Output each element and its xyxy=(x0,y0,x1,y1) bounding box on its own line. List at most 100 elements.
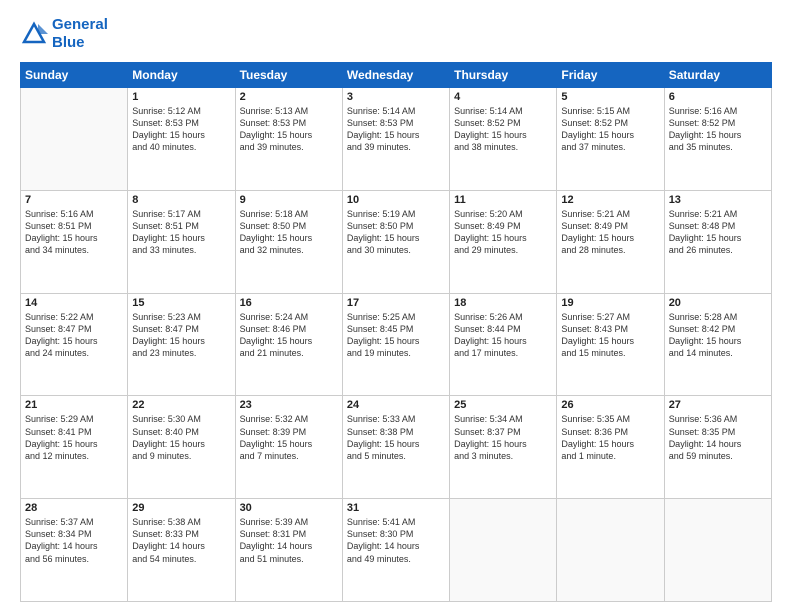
weekday-header: Tuesday xyxy=(235,63,342,88)
calendar-cell: 22 Sunrise: 5:30 AM Sunset: 8:40 PM Dayli… xyxy=(128,396,235,499)
calendar-week-row: 21 Sunrise: 5:29 AM Sunset: 8:41 PM Dayli… xyxy=(21,396,772,499)
calendar-cell: 19 Sunrise: 5:27 AM Sunset: 8:43 PM Dayli… xyxy=(557,293,664,396)
calendar-cell: 31 Sunrise: 5:41 AM Sunset: 8:30 PM Dayli… xyxy=(342,499,449,602)
calendar-cell: 15 Sunrise: 5:23 AM Sunset: 8:47 PM Dayli… xyxy=(128,293,235,396)
logo-icon xyxy=(20,20,48,48)
calendar-cell: 1Sunrise: 5:12 AM Sunset: 8:53 PM Daylig… xyxy=(128,88,235,191)
calendar-cell: 27 Sunrise: 5:36 AM Sunset: 8:35 PM Dayli… xyxy=(664,396,771,499)
cell-info: Sunrise: 5:37 AM Sunset: 8:34 PM Dayligh… xyxy=(25,516,123,565)
day-number: 19 xyxy=(561,297,659,309)
cell-info: Sunrise: 5:20 AM Sunset: 8:49 PM Dayligh… xyxy=(454,208,552,257)
day-number: 28 xyxy=(25,502,123,514)
day-number: 8 xyxy=(132,194,230,206)
calendar-cell xyxy=(557,499,664,602)
cell-info: Sunrise: 5:38 AM Sunset: 8:33 PM Dayligh… xyxy=(132,516,230,565)
cell-info: Sunrise: 5:14 AM Sunset: 8:52 PM Dayligh… xyxy=(454,105,552,154)
cell-info: Sunrise: 5:22 AM Sunset: 8:47 PM Dayligh… xyxy=(25,311,123,360)
logo: General Blue xyxy=(20,16,108,52)
cell-info: Sunrise: 5:12 AM Sunset: 8:53 PM Dayligh… xyxy=(132,105,230,154)
cell-info: Sunrise: 5:30 AM Sunset: 8:40 PM Dayligh… xyxy=(132,413,230,462)
day-number: 4 xyxy=(454,91,552,103)
calendar-cell: 16 Sunrise: 5:24 AM Sunset: 8:46 PM Dayli… xyxy=(235,293,342,396)
calendar-cell: 24 Sunrise: 5:33 AM Sunset: 8:38 PM Dayli… xyxy=(342,396,449,499)
day-number: 22 xyxy=(132,399,230,411)
calendar-week-row: 1Sunrise: 5:12 AM Sunset: 8:53 PM Daylig… xyxy=(21,88,772,191)
cell-info: Sunrise: 5:28 AM Sunset: 8:42 PM Dayligh… xyxy=(669,311,767,360)
cell-info: Sunrise: 5:21 AM Sunset: 8:48 PM Dayligh… xyxy=(669,208,767,257)
calendar-cell xyxy=(21,88,128,191)
cell-info: Sunrise: 5:32 AM Sunset: 8:39 PM Dayligh… xyxy=(240,413,338,462)
calendar-cell: 14Sunrise: 5:22 AM Sunset: 8:47 PM Dayli… xyxy=(21,293,128,396)
cell-info: Sunrise: 5:18 AM Sunset: 8:50 PM Dayligh… xyxy=(240,208,338,257)
calendar-cell: 4 Sunrise: 5:14 AM Sunset: 8:52 PM Daylig… xyxy=(450,88,557,191)
cell-info: Sunrise: 5:35 AM Sunset: 8:36 PM Dayligh… xyxy=(561,413,659,462)
day-number: 31 xyxy=(347,502,445,514)
cell-info: Sunrise: 5:33 AM Sunset: 8:38 PM Dayligh… xyxy=(347,413,445,462)
cell-info: Sunrise: 5:27 AM Sunset: 8:43 PM Dayligh… xyxy=(561,311,659,360)
calendar-cell: 7 Sunrise: 5:16 AM Sunset: 8:51 PM Daylig… xyxy=(21,190,128,293)
cell-info: Sunrise: 5:39 AM Sunset: 8:31 PM Dayligh… xyxy=(240,516,338,565)
day-number: 25 xyxy=(454,399,552,411)
header: General Blue xyxy=(20,16,772,52)
day-number: 18 xyxy=(454,297,552,309)
calendar-cell: 18 Sunrise: 5:26 AM Sunset: 8:44 PM Dayli… xyxy=(450,293,557,396)
day-number: 29 xyxy=(132,502,230,514)
weekday-header: Sunday xyxy=(21,63,128,88)
calendar-week-row: 14Sunrise: 5:22 AM Sunset: 8:47 PM Dayli… xyxy=(21,293,772,396)
weekday-header: Wednesday xyxy=(342,63,449,88)
calendar-cell: 17Sunrise: 5:25 AM Sunset: 8:45 PM Dayli… xyxy=(342,293,449,396)
day-number: 13 xyxy=(669,194,767,206)
weekday-header: Monday xyxy=(128,63,235,88)
day-number: 9 xyxy=(240,194,338,206)
cell-info: Sunrise: 5:34 AM Sunset: 8:37 PM Dayligh… xyxy=(454,413,552,462)
calendar-cell: 6Sunrise: 5:16 AM Sunset: 8:52 PM Daylig… xyxy=(664,88,771,191)
day-number: 3 xyxy=(347,91,445,103)
calendar-cell xyxy=(664,499,771,602)
calendar-cell: 26 Sunrise: 5:35 AM Sunset: 8:36 PM Dayli… xyxy=(557,396,664,499)
cell-info: Sunrise: 5:23 AM Sunset: 8:47 PM Dayligh… xyxy=(132,311,230,360)
calendar-cell: 11 Sunrise: 5:20 AM Sunset: 8:49 PM Dayli… xyxy=(450,190,557,293)
day-number: 21 xyxy=(25,399,123,411)
day-number: 17 xyxy=(347,297,445,309)
day-number: 23 xyxy=(240,399,338,411)
calendar-header-row: SundayMondayTuesdayWednesdayThursdayFrid… xyxy=(21,63,772,88)
calendar-cell: 12Sunrise: 5:21 AM Sunset: 8:49 PM Dayli… xyxy=(557,190,664,293)
cell-info: Sunrise: 5:36 AM Sunset: 8:35 PM Dayligh… xyxy=(669,413,767,462)
day-number: 5 xyxy=(561,91,659,103)
cell-info: Sunrise: 5:29 AM Sunset: 8:41 PM Dayligh… xyxy=(25,413,123,462)
weekday-header: Thursday xyxy=(450,63,557,88)
day-number: 11 xyxy=(454,194,552,206)
cell-info: Sunrise: 5:13 AM Sunset: 8:53 PM Dayligh… xyxy=(240,105,338,154)
day-number: 2 xyxy=(240,91,338,103)
calendar-cell xyxy=(450,499,557,602)
day-number: 16 xyxy=(240,297,338,309)
calendar-week-row: 7 Sunrise: 5:16 AM Sunset: 8:51 PM Daylig… xyxy=(21,190,772,293)
day-number: 20 xyxy=(669,297,767,309)
day-number: 15 xyxy=(132,297,230,309)
cell-info: Sunrise: 5:16 AM Sunset: 8:52 PM Dayligh… xyxy=(669,105,767,154)
cell-info: Sunrise: 5:19 AM Sunset: 8:50 PM Dayligh… xyxy=(347,208,445,257)
logo-line1: General xyxy=(52,16,108,34)
logo-line2: Blue xyxy=(52,34,108,52)
day-number: 24 xyxy=(347,399,445,411)
calendar-table: SundayMondayTuesdayWednesdayThursdayFrid… xyxy=(20,62,772,602)
calendar-cell: 3Sunrise: 5:14 AM Sunset: 8:53 PM Daylig… xyxy=(342,88,449,191)
calendar-week-row: 28 Sunrise: 5:37 AM Sunset: 8:34 PM Dayli… xyxy=(21,499,772,602)
day-number: 30 xyxy=(240,502,338,514)
day-number: 27 xyxy=(669,399,767,411)
day-number: 7 xyxy=(25,194,123,206)
calendar-cell: 8Sunrise: 5:17 AM Sunset: 8:51 PM Daylig… xyxy=(128,190,235,293)
calendar-cell: 9 Sunrise: 5:18 AM Sunset: 8:50 PM Daylig… xyxy=(235,190,342,293)
cell-info: Sunrise: 5:15 AM Sunset: 8:52 PM Dayligh… xyxy=(561,105,659,154)
calendar-cell: 2 Sunrise: 5:13 AM Sunset: 8:53 PM Daylig… xyxy=(235,88,342,191)
calendar-cell: 13 Sunrise: 5:21 AM Sunset: 8:48 PM Dayli… xyxy=(664,190,771,293)
cell-info: Sunrise: 5:24 AM Sunset: 8:46 PM Dayligh… xyxy=(240,311,338,360)
cell-info: Sunrise: 5:26 AM Sunset: 8:44 PM Dayligh… xyxy=(454,311,552,360)
cell-info: Sunrise: 5:16 AM Sunset: 8:51 PM Dayligh… xyxy=(25,208,123,257)
day-number: 26 xyxy=(561,399,659,411)
cell-info: Sunrise: 5:41 AM Sunset: 8:30 PM Dayligh… xyxy=(347,516,445,565)
calendar-cell: 20 Sunrise: 5:28 AM Sunset: 8:42 PM Dayli… xyxy=(664,293,771,396)
weekday-header: Saturday xyxy=(664,63,771,88)
calendar-cell: 29 Sunrise: 5:38 AM Sunset: 8:33 PM Dayli… xyxy=(128,499,235,602)
calendar-cell: 21 Sunrise: 5:29 AM Sunset: 8:41 PM Dayli… xyxy=(21,396,128,499)
